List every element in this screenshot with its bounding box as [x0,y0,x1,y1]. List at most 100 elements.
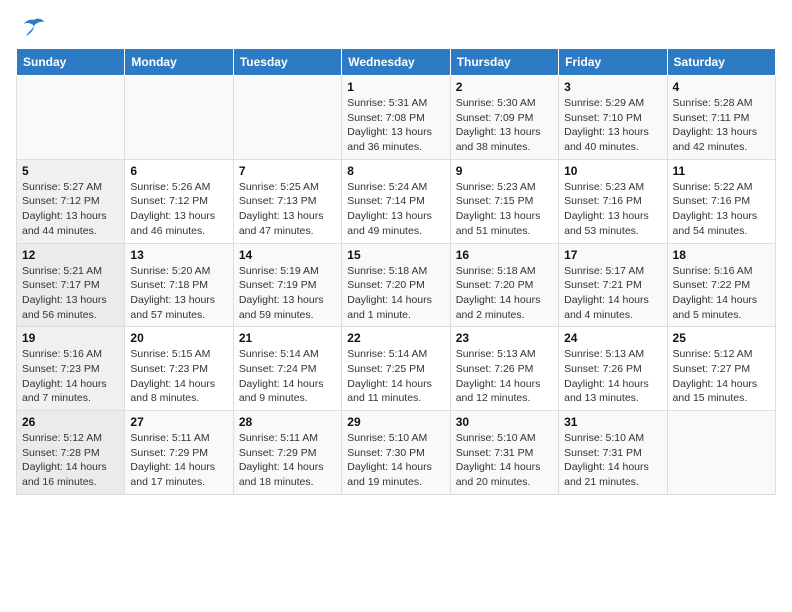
calendar-week-row: 19 Sunrise: 5:16 AM Sunset: 7:23 PM Dayli… [17,327,776,411]
day-number: 22 [347,331,444,345]
day-info: Sunrise: 5:14 AM Sunset: 7:25 PM Dayligh… [347,347,444,406]
day-number: 4 [673,80,770,94]
calendar-day-cell: 1Sunrise: 5:31 AM Sunset: 7:08 PM Daylig… [342,76,450,160]
day-number: 27 [130,415,227,429]
day-info: Sunrise: 5:22 AM Sunset: 7:16 PM Dayligh… [673,180,770,239]
calendar-day-cell: 2 Sunrise: 5:30 AM Sunset: 7:09 PM Daylig… [450,76,558,160]
calendar-day-cell: 9Sunrise: 5:23 AM Sunset: 7:15 PM Daylig… [450,159,558,243]
calendar-day-header: Thursday [450,49,558,76]
calendar-header-row: SundayMondayTuesdayWednesdayThursdayFrid… [17,49,776,76]
day-number: 23 [456,331,553,345]
day-info: Sunrise: 5:20 AM Sunset: 7:18 PM Dayligh… [130,264,227,323]
day-number: 11 [673,164,770,178]
day-info: Sunrise: 5:23 AM Sunset: 7:15 PM Dayligh… [456,180,553,239]
day-info: Sunrise: 5:12 AM Sunset: 7:27 PM Dayligh… [673,347,770,406]
day-number: 30 [456,415,553,429]
day-number: 7 [239,164,336,178]
day-info: Sunrise: 5:25 AM Sunset: 7:13 PM Dayligh… [239,180,336,239]
day-number: 29 [347,415,444,429]
day-info: Sunrise: 5:11 AM Sunset: 7:29 PM Dayligh… [239,431,336,490]
day-info: Sunrise: 5:29 AM Sunset: 7:10 PM Dayligh… [564,96,661,155]
calendar-day-header: Saturday [667,49,775,76]
calendar-day-cell: 6 Sunrise: 5:26 AM Sunset: 7:12 PM Daylig… [125,159,233,243]
day-info: Sunrise: 5:21 AM Sunset: 7:17 PM Dayligh… [22,264,119,323]
day-info: Sunrise: 5:10 AM Sunset: 7:30 PM Dayligh… [347,431,444,490]
day-info: Sunrise: 5:16 AM Sunset: 7:23 PM Dayligh… [22,347,119,406]
day-info: Sunrise: 5:28 AM Sunset: 7:11 PM Dayligh… [673,96,770,155]
calendar-day-cell [125,76,233,160]
day-info: Sunrise: 5:16 AM Sunset: 7:22 PM Dayligh… [673,264,770,323]
calendar-day-cell: 27 Sunrise: 5:11 AM Sunset: 7:29 PM Dayli… [125,411,233,495]
calendar-day-cell: 7 Sunrise: 5:25 AM Sunset: 7:13 PM Daylig… [233,159,341,243]
calendar-day-header: Tuesday [233,49,341,76]
day-info: Sunrise: 5:17 AM Sunset: 7:21 PM Dayligh… [564,264,661,323]
day-number: 26 [22,415,119,429]
day-number: 15 [347,248,444,262]
day-info: Sunrise: 5:26 AM Sunset: 7:12 PM Dayligh… [130,180,227,239]
day-number: 13 [130,248,227,262]
day-number: 24 [564,331,661,345]
day-number: 6 [130,164,227,178]
calendar-day-header: Monday [125,49,233,76]
day-number: 2 [456,80,553,94]
day-info: Sunrise: 5:13 AM Sunset: 7:26 PM Dayligh… [564,347,661,406]
day-number: 3 [564,80,661,94]
calendar-day-cell: 18 Sunrise: 5:16 AM Sunset: 7:22 PM Dayli… [667,243,775,327]
calendar-day-cell: 13 Sunrise: 5:20 AM Sunset: 7:18 PM Dayli… [125,243,233,327]
calendar-day-cell: 20Sunrise: 5:15 AM Sunset: 7:23 PM Dayli… [125,327,233,411]
day-number: 19 [22,331,119,345]
calendar-day-cell: 31Sunrise: 5:10 AM Sunset: 7:31 PM Dayli… [559,411,667,495]
day-info: Sunrise: 5:18 AM Sunset: 7:20 PM Dayligh… [347,264,444,323]
calendar-day-cell: 17Sunrise: 5:17 AM Sunset: 7:21 PM Dayli… [559,243,667,327]
day-info: Sunrise: 5:18 AM Sunset: 7:20 PM Dayligh… [456,264,553,323]
day-number: 5 [22,164,119,178]
calendar-day-cell: 16 Sunrise: 5:18 AM Sunset: 7:20 PM Dayli… [450,243,558,327]
calendar-day-cell: 30 Sunrise: 5:10 AM Sunset: 7:31 PM Dayli… [450,411,558,495]
calendar-week-row: 12 Sunrise: 5:21 AM Sunset: 7:17 PM Dayli… [17,243,776,327]
calendar-day-header: Friday [559,49,667,76]
calendar-day-cell: 28Sunrise: 5:11 AM Sunset: 7:29 PM Dayli… [233,411,341,495]
calendar-day-cell: 11 Sunrise: 5:22 AM Sunset: 7:16 PM Dayli… [667,159,775,243]
calendar-day-cell: 23 Sunrise: 5:13 AM Sunset: 7:26 PM Dayli… [450,327,558,411]
day-number: 18 [673,248,770,262]
day-info: Sunrise: 5:30 AM Sunset: 7:09 PM Dayligh… [456,96,553,155]
calendar-table: SundayMondayTuesdayWednesdayThursdayFrid… [16,48,776,495]
logo [16,16,50,40]
calendar-day-cell [667,411,775,495]
day-info: Sunrise: 5:11 AM Sunset: 7:29 PM Dayligh… [130,431,227,490]
calendar-day-cell: 8Sunrise: 5:24 AM Sunset: 7:14 PM Daylig… [342,159,450,243]
calendar-day-cell [17,76,125,160]
day-info: Sunrise: 5:27 AM Sunset: 7:12 PM Dayligh… [22,180,119,239]
calendar-day-cell: 25 Sunrise: 5:12 AM Sunset: 7:27 PM Dayli… [667,327,775,411]
calendar-day-cell: 5 Sunrise: 5:27 AM Sunset: 7:12 PM Daylig… [17,159,125,243]
calendar-day-cell: 21 Sunrise: 5:14 AM Sunset: 7:24 PM Dayli… [233,327,341,411]
calendar-day-cell: 12 Sunrise: 5:21 AM Sunset: 7:17 PM Dayli… [17,243,125,327]
day-number: 12 [22,248,119,262]
day-info: Sunrise: 5:19 AM Sunset: 7:19 PM Dayligh… [239,264,336,323]
calendar-week-row: 1Sunrise: 5:31 AM Sunset: 7:08 PM Daylig… [17,76,776,160]
day-info: Sunrise: 5:14 AM Sunset: 7:24 PM Dayligh… [239,347,336,406]
day-number: 16 [456,248,553,262]
calendar-day-cell: 26 Sunrise: 5:12 AM Sunset: 7:28 PM Dayli… [17,411,125,495]
day-number: 25 [673,331,770,345]
calendar-day-cell: 22 Sunrise: 5:14 AM Sunset: 7:25 PM Dayli… [342,327,450,411]
calendar-week-row: 5 Sunrise: 5:27 AM Sunset: 7:12 PM Daylig… [17,159,776,243]
day-info: Sunrise: 5:10 AM Sunset: 7:31 PM Dayligh… [456,431,553,490]
day-info: Sunrise: 5:15 AM Sunset: 7:23 PM Dayligh… [130,347,227,406]
day-info: Sunrise: 5:23 AM Sunset: 7:16 PM Dayligh… [564,180,661,239]
calendar-day-cell [233,76,341,160]
day-number: 21 [239,331,336,345]
calendar-day-header: Sunday [17,49,125,76]
day-number: 10 [564,164,661,178]
day-number: 31 [564,415,661,429]
calendar-day-cell: 14 Sunrise: 5:19 AM Sunset: 7:19 PM Dayli… [233,243,341,327]
day-number: 8 [347,164,444,178]
calendar-day-cell: 24 Sunrise: 5:13 AM Sunset: 7:26 PM Dayli… [559,327,667,411]
day-info: Sunrise: 5:12 AM Sunset: 7:28 PM Dayligh… [22,431,119,490]
page-header [16,16,776,40]
day-number: 1 [347,80,444,94]
day-number: 14 [239,248,336,262]
calendar-day-cell: 29 Sunrise: 5:10 AM Sunset: 7:30 PM Dayli… [342,411,450,495]
logo-bird-icon [16,16,46,40]
day-info: Sunrise: 5:13 AM Sunset: 7:26 PM Dayligh… [456,347,553,406]
